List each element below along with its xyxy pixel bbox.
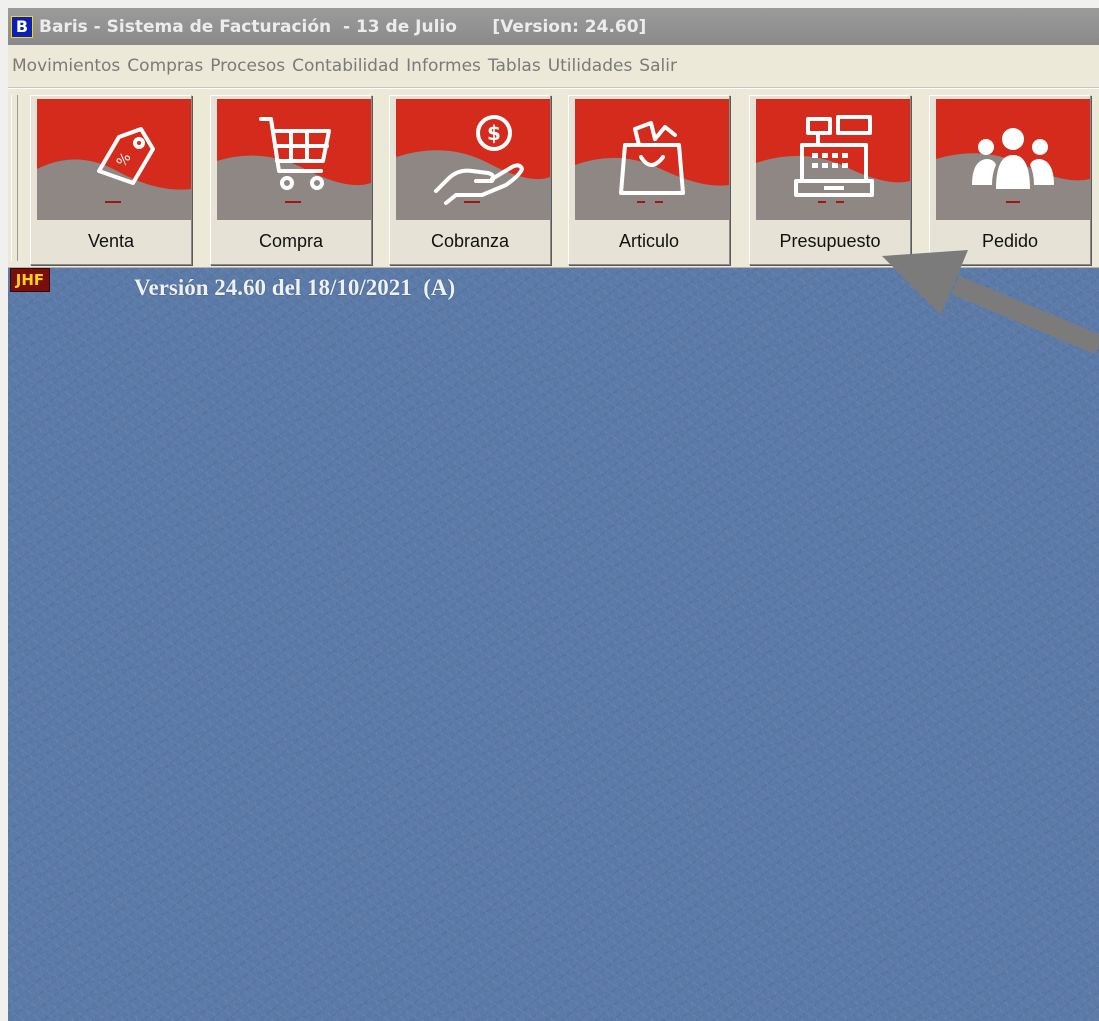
toolbar-grip[interactable] bbox=[11, 95, 18, 261]
menu-procesos[interactable]: Procesos bbox=[210, 56, 292, 76]
articulo-button[interactable]: Articulo bbox=[568, 95, 730, 265]
venta-button-image: % bbox=[37, 99, 191, 220]
cobranza-button-image: $ bbox=[396, 99, 550, 220]
menu-salir[interactable]: Salir bbox=[639, 56, 684, 76]
menu-compras[interactable]: Compras bbox=[127, 56, 210, 76]
menu-contabilidad[interactable]: Contabilidad bbox=[292, 56, 406, 76]
cobranza-button[interactable]: $ Cobranza bbox=[389, 95, 551, 265]
presupuesto-label: Presupuesto bbox=[779, 231, 881, 251]
desktop-area: JHF Versión 24.60 del 18/10/2021 (A) bbox=[8, 268, 1099, 1021]
compra-button-image bbox=[217, 99, 371, 220]
pedido-label: Pedido bbox=[981, 231, 1039, 251]
compra-button[interactable]: Compra bbox=[210, 95, 372, 265]
menu-informes[interactable]: Informes bbox=[406, 56, 488, 76]
presupuesto-button[interactable]: Presupuesto bbox=[749, 95, 911, 265]
menu-bar: Movimientos Compras Procesos Contabilida… bbox=[8, 45, 1099, 88]
compra-label: Compra bbox=[258, 231, 324, 251]
articulo-label: Articulo bbox=[618, 231, 680, 251]
menu-utilidades[interactable]: Utilidades bbox=[548, 56, 640, 76]
pedido-button-image bbox=[936, 99, 1090, 220]
menu-tablas[interactable]: Tablas bbox=[488, 56, 548, 76]
menu-movimientos[interactable]: Movimientos bbox=[8, 56, 127, 76]
app-window: B Baris - Sistema de Facturación - 13 de… bbox=[8, 8, 1099, 1021]
title-bar[interactable]: B Baris - Sistema de Facturación - 13 de… bbox=[8, 8, 1099, 45]
pedido-button[interactable]: Pedido bbox=[929, 95, 1091, 265]
toolbar: % Venta Compra $ Cobranza Articulo Presu… bbox=[8, 88, 1099, 269]
app-icon[interactable]: B bbox=[11, 15, 33, 38]
jhf-logo: JHF bbox=[10, 268, 50, 292]
window-title: Baris - Sistema de Facturación - 13 de J… bbox=[39, 16, 647, 37]
cobranza-label: Cobranza bbox=[430, 231, 510, 251]
venta-button[interactable]: % Venta bbox=[30, 95, 192, 265]
version-info: Versión 24.60 del 18/10/2021 (A) bbox=[134, 275, 456, 300]
presupuesto-button-image bbox=[756, 99, 910, 220]
svg-text:$: $ bbox=[487, 121, 501, 145]
venta-label: Venta bbox=[87, 231, 135, 251]
articulo-button-image bbox=[575, 99, 729, 220]
